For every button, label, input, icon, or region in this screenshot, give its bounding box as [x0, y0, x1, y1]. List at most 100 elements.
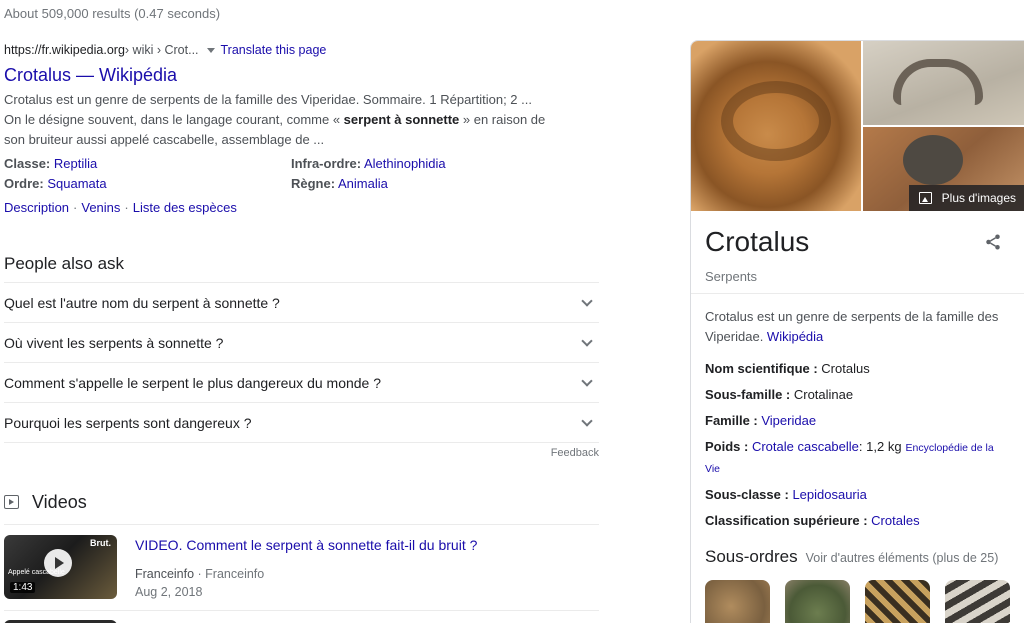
- sous-ordre-thumbnail[interactable]: [945, 580, 1010, 623]
- sitelinks: Description · Venins · Liste des espèces: [4, 198, 549, 218]
- sitelink-separator: ·: [73, 200, 78, 215]
- fact-value-link[interactable]: Squamata: [47, 176, 106, 191]
- attr-value-link[interactable]: Lepidosauria: [792, 487, 866, 502]
- kp-attribute: Sous-classe : Lepidosauria: [705, 485, 1010, 505]
- sous-ordre-thumbnail[interactable]: [705, 580, 770, 623]
- attr-key: Poids :: [705, 439, 752, 454]
- fact-key: Règne:: [291, 176, 336, 191]
- attr-key: Nom scientifique :: [705, 361, 822, 376]
- paa-question[interactable]: Où vivent les serpents à sonnette ?: [4, 322, 599, 362]
- attr-value-link[interactable]: Crotales: [871, 513, 919, 528]
- paa-question-text: Où vivent les serpents à sonnette ?: [4, 334, 224, 351]
- chevron-down-icon: [581, 374, 593, 387]
- result-url[interactable]: https://fr.wikipedia.org: [4, 43, 125, 57]
- result-title-link[interactable]: Crotalus — Wikipédia: [4, 64, 549, 86]
- see-more-link[interactable]: Voir d'autres éléments (plus de 25): [806, 548, 999, 568]
- kp-attribute: Nom scientifique : Crotalus: [705, 359, 1010, 379]
- attr-key: Famille :: [705, 413, 762, 428]
- fact-key: Ordre:: [4, 176, 44, 191]
- paa-footer: Feedback: [4, 442, 599, 462]
- videos-heading-text: Videos: [32, 491, 87, 512]
- result-facts: Classe: Reptilia Infra-ordre: Alethinoph…: [4, 154, 549, 194]
- fact-key: Classe:: [4, 156, 51, 171]
- result-cite: https://fr.wikipedia.org › wiki › Crot..…: [4, 41, 549, 59]
- people-also-ask: People also ask Quel est l'autre nom du …: [4, 252, 599, 462]
- video-icon: [4, 495, 19, 509]
- result-menu-arrow-icon[interactable]: [206, 47, 215, 53]
- chevron-down-icon: [581, 334, 593, 347]
- fact-item: Classe: Reptilia: [4, 154, 291, 174]
- more-images-button[interactable]: Plus d'images: [908, 185, 1024, 211]
- sitelink-especes[interactable]: Liste des espèces: [133, 200, 237, 215]
- paa-question[interactable]: Quel est l'autre nom du serpent à sonnet…: [4, 282, 599, 322]
- share-icon[interactable]: [984, 233, 1002, 251]
- kp-subtitle: Serpents: [705, 269, 758, 284]
- video-date: Aug 2, 2018: [135, 585, 203, 599]
- attr-value-link[interactable]: Viperidae: [761, 413, 816, 428]
- sous-ordre-thumbnail[interactable]: [865, 580, 930, 623]
- paa-question-text: Comment s'appelle le serpent le plus dan…: [4, 374, 382, 391]
- kp-description-text: Crotalus est un genre de serpents de la …: [705, 309, 999, 344]
- paa-question-text: Pourquoi les serpents sont dangereux ?: [4, 414, 252, 431]
- kp-image-top-right[interactable]: [863, 41, 1024, 125]
- kp-image-grid: Plus d'images: [691, 41, 1024, 211]
- more-images-label: Plus d'images: [941, 191, 1016, 205]
- snake-image-shape: [721, 81, 831, 161]
- fact-item: Règne: Animalia: [291, 174, 549, 194]
- knowledge-panel: Plus d'images Crotalus Serpents Crotalus…: [690, 40, 1024, 623]
- wikipedia-link[interactable]: Wikipédia: [767, 329, 823, 344]
- result-snippet: Crotalus est un genre de serpents de la …: [4, 90, 549, 150]
- sitelink-separator: ·: [124, 200, 129, 215]
- attr-value: Crotalus: [821, 361, 870, 376]
- attr-value: Crotalinae: [793, 387, 854, 402]
- video-source-name: Franceinfo: [135, 567, 195, 581]
- result-breadcrumb: › wiki › Crot...: [124, 43, 199, 57]
- fact-value-link[interactable]: Reptilia: [54, 156, 97, 171]
- videos-heading: Videos: [4, 488, 599, 516]
- sous-ordres-title: Sous-ordres: [705, 547, 798, 566]
- snippet-highlight: serpent à sonnette: [343, 112, 460, 127]
- kp-attribute: Sous-famille : Crotalinae: [705, 385, 1010, 405]
- fact-item: Ordre: Squamata: [4, 174, 291, 194]
- feedback-link[interactable]: Feedback: [551, 447, 599, 459]
- paa-question-text: Quel est l'autre nom du serpent à sonnet…: [4, 294, 280, 311]
- kp-image-main[interactable]: [691, 41, 861, 211]
- divider: [4, 610, 599, 611]
- fact-value-link[interactable]: Alethinophidia: [364, 156, 446, 171]
- video-channel: Franceinfo: [205, 567, 265, 581]
- paa-question[interactable]: Comment s'appelle le serpent le plus dan…: [4, 362, 599, 402]
- attr-value-link[interactable]: Crotale cascabelle: [752, 439, 859, 454]
- search-result: https://fr.wikipedia.org › wiki › Crot..…: [4, 41, 549, 218]
- video-separator: ·: [194, 567, 206, 581]
- video-title-link[interactable]: VIDEO. Comment le serpent à sonnette fai…: [135, 535, 477, 555]
- chevron-down-icon: [581, 294, 593, 307]
- video-thumbnail[interactable]: Brut. Appelé cascabelle 1:43: [4, 535, 117, 599]
- attr-key: Sous-famille :: [705, 387, 794, 402]
- attr-value: : 1,2 kg: [858, 439, 902, 454]
- paa-question[interactable]: Pourquoi les serpents sont dangereux ?: [4, 402, 599, 442]
- sitelink-description[interactable]: Description: [4, 200, 69, 215]
- kp-attribute: Famille : Viperidae: [705, 411, 1010, 431]
- kp-title: Crotalus: [705, 226, 810, 257]
- image-icon: [918, 192, 932, 204]
- sous-ordres-header: Sous-ordres Voir d'autres éléments (plus…: [705, 547, 1010, 568]
- video-item[interactable]: Brut. Appelé cascabelle 1:43 VIDEO. Comm…: [4, 524, 599, 610]
- snake-image-shape: [893, 59, 983, 105]
- chevron-down-icon: [581, 414, 593, 427]
- sitelink-venins[interactable]: Venins: [81, 200, 120, 215]
- videos-section: Videos Brut. Appelé cascabelle 1:43 VIDE…: [4, 488, 599, 610]
- attr-key: Sous-classe :: [705, 487, 793, 502]
- kp-header: Crotalus Serpents: [691, 211, 1024, 294]
- fact-value-link[interactable]: Animalia: [338, 176, 388, 191]
- snake-image-shape: [903, 135, 963, 185]
- translate-link[interactable]: Translate this page: [221, 43, 327, 57]
- attr-key: Classification supérieure :: [705, 513, 872, 528]
- sous-ordre-thumbnail[interactable]: [785, 580, 850, 623]
- video-caption: Appelé cascabelle: [8, 569, 65, 576]
- kp-body: Crotalus est un genre de serpents de la …: [691, 294, 1024, 623]
- fact-item: Infra-ordre: Alethinophidia: [291, 154, 549, 174]
- video-duration: 1:43: [10, 582, 36, 593]
- fact-key: Infra-ordre:: [291, 156, 362, 171]
- result-stats: About 509,000 results (0.47 seconds): [4, 6, 221, 21]
- video-badge: Brut.: [90, 538, 111, 548]
